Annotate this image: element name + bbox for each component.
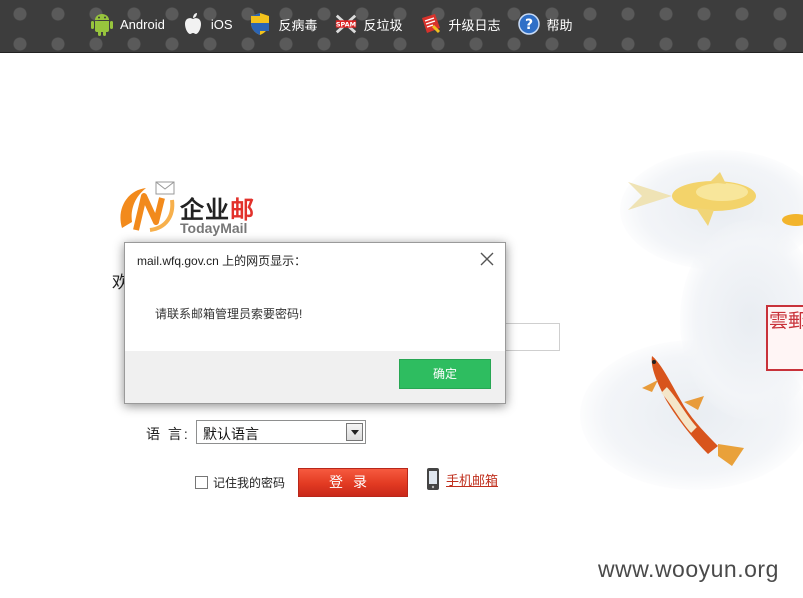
remember-checkbox[interactable]	[195, 476, 208, 489]
android-icon	[90, 12, 114, 36]
nav-label: 帮助	[546, 17, 573, 33]
nav-label: iOS	[210, 16, 233, 32]
logo-subtitle: TodayMail	[180, 220, 248, 236]
mobile-mailbox-label: 手机邮箱	[446, 472, 499, 488]
nav-label: 升级日志	[448, 17, 501, 33]
red-koi	[642, 356, 744, 466]
nav-antivirus[interactable]: 反病毒	[248, 12, 318, 36]
dialog-title: mail.wfq.gov.cn 上的网页显示：	[137, 254, 307, 268]
remember-password[interactable]: 记住我的密码	[195, 474, 285, 491]
shield-icon	[248, 12, 272, 36]
close-icon[interactable]	[479, 251, 495, 267]
decorative-koi-art: 雲郵	[560, 140, 803, 560]
alert-dialog: mail.wfq.gov.cn 上的网页显示： 请联系邮箱管理员索要密码! 确定	[124, 242, 506, 404]
nav-upgrade-log[interactable]: 升级日志	[419, 12, 501, 36]
remember-label: 记住我的密码	[213, 476, 286, 490]
nav-label: 反垃圾	[363, 17, 403, 33]
nav-antispam[interactable]: SPAM 反垃圾	[334, 12, 403, 36]
login-button[interactable]: 登录	[298, 468, 408, 497]
language-select-value: 默认语言	[203, 426, 259, 442]
svg-text:?: ?	[524, 17, 532, 33]
language-select[interactable]: 默认语言	[196, 420, 366, 444]
phone-icon	[427, 468, 439, 490]
password-input[interactable]	[505, 323, 560, 351]
upgrade-log-icon	[419, 12, 443, 36]
logo: 企业邮 TodayMail	[114, 178, 284, 238]
chevron-down-icon[interactable]	[346, 423, 363, 441]
nav-ios[interactable]: iOS	[181, 12, 233, 36]
top-nav: Android iOS 反病毒 SPAM 反垃圾 升级日志 ? 帮助	[90, 12, 589, 36]
logo-mark-icon	[120, 181, 175, 232]
language-label: 语 言:	[146, 426, 190, 442]
apple-icon	[181, 12, 205, 36]
svg-text:SPAM: SPAM	[335, 20, 355, 28]
golden-koi	[628, 172, 756, 226]
watermark: www.wooyun.org	[598, 556, 779, 582]
mobile-mailbox-link[interactable]: 手机邮箱	[426, 467, 498, 491]
nav-android[interactable]: Android	[90, 12, 165, 36]
spam-icon: SPAM	[334, 12, 358, 36]
dialog-message: 请联系邮箱管理员索要密码!	[155, 307, 303, 321]
seal-stamp: 雲郵	[766, 305, 803, 371]
top-bar: Android iOS 反病毒 SPAM 反垃圾 升级日志 ? 帮助	[0, 0, 803, 53]
help-icon: ?	[517, 12, 541, 36]
golden-koi-small	[782, 214, 803, 226]
nav-label: Android	[120, 16, 165, 32]
nav-label: 反病毒	[278, 17, 318, 33]
ok-button[interactable]: 确定	[399, 359, 491, 389]
nav-help[interactable]: ? 帮助	[517, 12, 573, 36]
